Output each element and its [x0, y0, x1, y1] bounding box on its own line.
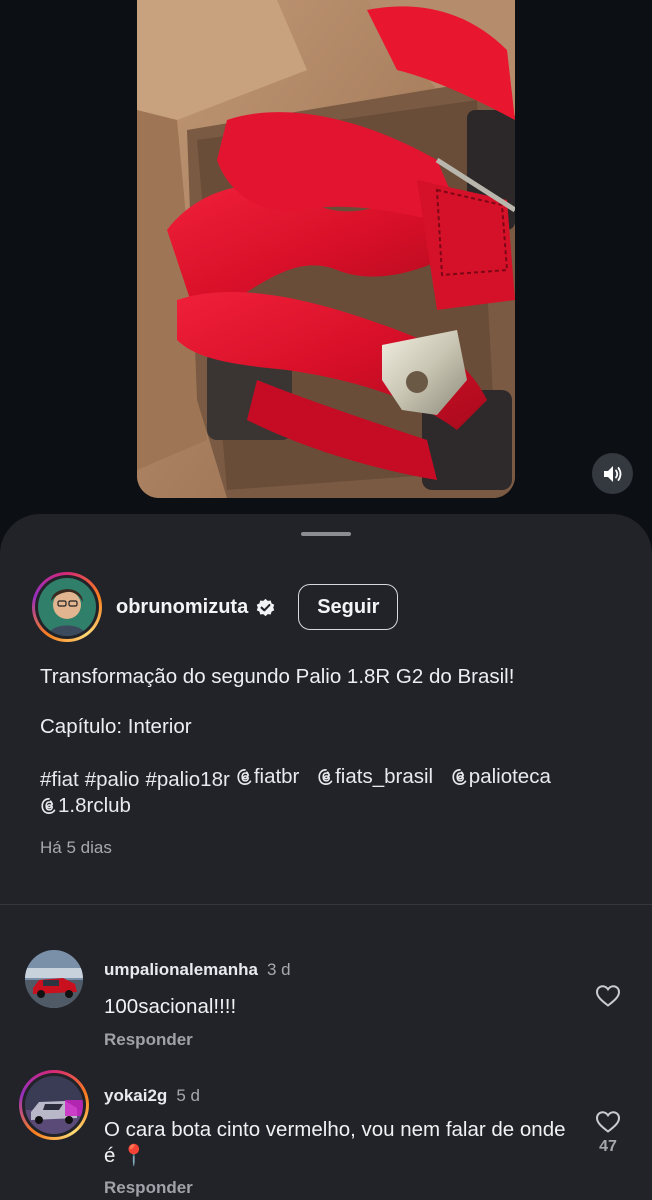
- comment-time: 5 d: [176, 1086, 200, 1105]
- commenter-avatar[interactable]: [25, 950, 83, 1008]
- post-video[interactable]: [137, 0, 515, 498]
- hashtag-link[interactable]: #palio: [85, 768, 140, 791]
- sound-toggle-button[interactable]: [592, 453, 633, 494]
- like-comment-button[interactable]: [592, 984, 624, 1008]
- follow-button[interactable]: Seguir: [298, 584, 399, 630]
- comment-header: yokai2g 5 d: [104, 1086, 200, 1106]
- heart-icon: [595, 1111, 621, 1133]
- reply-button[interactable]: Responder: [104, 1178, 193, 1198]
- commenter-avatar[interactable]: [19, 1070, 89, 1140]
- reply-button[interactable]: Responder: [104, 1030, 193, 1050]
- comment-text: O cara bota cinto vermelho, vou nem fala…: [104, 1118, 566, 1167]
- mention-link[interactable]: fiats_brasil: [317, 764, 439, 790]
- post-author-row: obrunomizuta Seguir: [32, 570, 399, 644]
- mention-link[interactable]: palioteca: [451, 764, 557, 790]
- post-details-sheet: obrunomizuta Seguir Transformação do seg…: [0, 514, 652, 1200]
- comment-time: 3 d: [266, 960, 291, 979]
- mention-link[interactable]: fiatbr: [236, 764, 306, 790]
- comment-username[interactable]: umpalionalemanha: [104, 960, 258, 980]
- mention-text: palioteca: [468, 765, 551, 788]
- threads-icon: [41, 798, 56, 814]
- hashtag-link[interactable]: #fiat: [40, 768, 79, 791]
- mention-text: 1.8rclub: [58, 794, 131, 817]
- comment-header: umpalionalemanha 3 d: [104, 960, 291, 980]
- threads-icon: [318, 769, 333, 785]
- like-comment-button[interactable]: 47: [592, 1110, 624, 1156]
- hashtag-link[interactable]: #palio18r: [145, 768, 229, 791]
- post-timestamp: Há 5 dias: [40, 838, 112, 857]
- post-caption: Transformação do segundo Palio 1.8R G2 d…: [40, 664, 620, 822]
- mention-text: fiatbr: [253, 765, 300, 788]
- verified-badge-icon: [255, 597, 276, 618]
- caption-line-2: Capítulo: Interior: [40, 715, 192, 738]
- comment-username[interactable]: yokai2g: [104, 1086, 167, 1106]
- speaker-on-icon: [603, 465, 621, 482]
- heart-icon: [595, 985, 621, 1007]
- video-frame-image: [137, 0, 515, 498]
- like-count: 47: [599, 1138, 617, 1155]
- mention-text: fiats_brasil: [335, 765, 434, 788]
- section-divider: [0, 904, 652, 905]
- threads-icon: [452, 769, 467, 785]
- caption-tags: #fiat #palio #palio18r fiatbr fiats_brasil …: [40, 764, 620, 822]
- threads-icon: [237, 769, 252, 785]
- mention-link[interactable]: 1.8rclub: [40, 793, 137, 819]
- author-avatar-image: [38, 578, 96, 636]
- comment-text: 100sacional!!!!: [104, 995, 237, 1018]
- author-username[interactable]: obrunomizuta: [116, 596, 248, 619]
- screen: obrunomizuta Seguir Transformação do seg…: [0, 0, 652, 1200]
- caption-line-1: Transformação do segundo Palio 1.8R G2 d…: [40, 665, 515, 688]
- sheet-grabber-handle[interactable]: [301, 532, 351, 536]
- author-avatar[interactable]: [32, 572, 102, 642]
